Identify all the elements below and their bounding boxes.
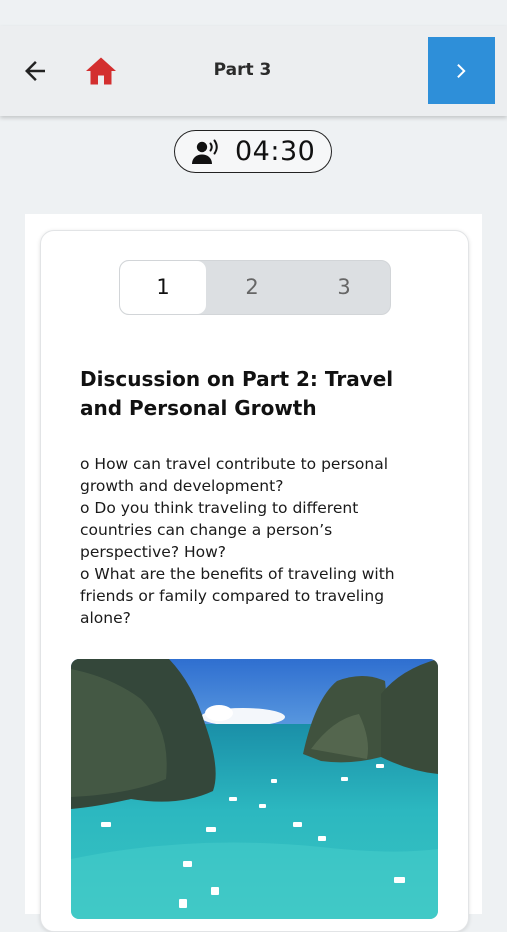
top-app-bar: Part 3: [0, 26, 507, 116]
next-button[interactable]: [428, 37, 495, 104]
speaking-timer: 04:30: [174, 130, 332, 173]
question-card: 1 2 3 Discussion on Part 2: Travel and P…: [40, 230, 469, 932]
question-item: o What are the benefits of traveling wit…: [80, 565, 395, 627]
content-panel: 1 2 3 Discussion on Part 2: Travel and P…: [25, 214, 482, 932]
question-item: o How can travel contribute to personal …: [80, 455, 389, 495]
card-title: Discussion on Part 2: Travel and Persona…: [80, 367, 394, 420]
travel-photo: [71, 659, 438, 919]
chevron-right-icon: [457, 64, 466, 78]
question-list: o How can travel contribute to personal …: [80, 453, 435, 629]
question-tabs: 1 2 3: [119, 260, 391, 315]
tab-2[interactable]: 2: [206, 261, 298, 314]
timer-value: 04:30: [235, 136, 316, 167]
tab-1[interactable]: 1: [120, 261, 206, 314]
speaking-person-icon: [192, 139, 218, 164]
tab-3[interactable]: 3: [298, 261, 390, 314]
page-title: Part 3: [213, 60, 272, 80]
question-item: o Do you think traveling to different co…: [80, 499, 359, 561]
